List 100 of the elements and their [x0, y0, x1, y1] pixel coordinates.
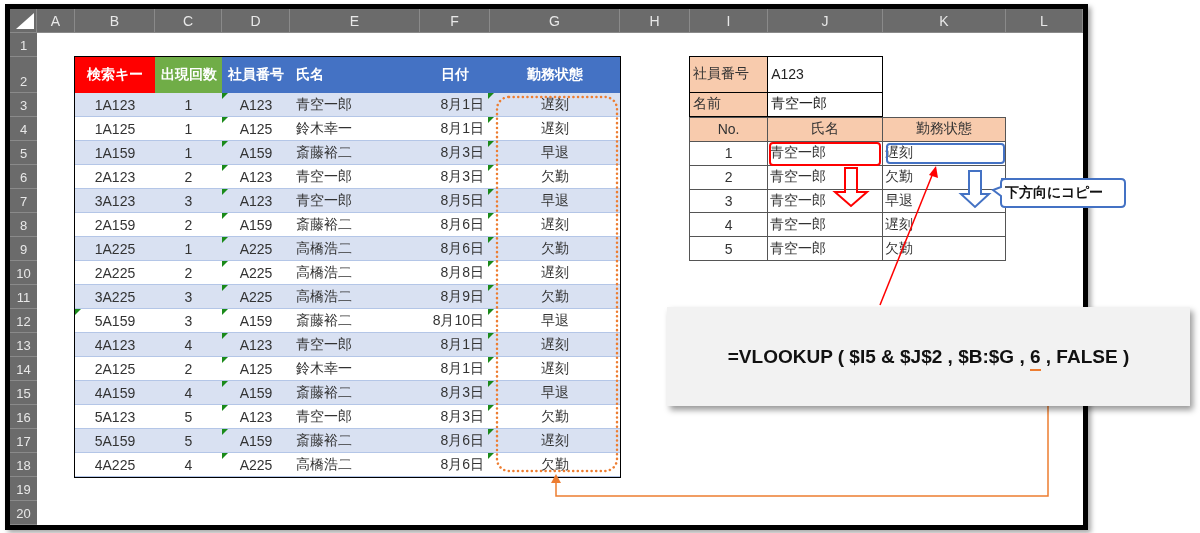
row-header[interactable]: 9 — [10, 237, 37, 261]
table-cell-text: 8月6日 — [439, 454, 485, 474]
table-cell-text: 欠勤 — [540, 454, 570, 474]
table-cell-text: 遅刻 — [540, 118, 570, 138]
table-cell: 青空一郎 — [768, 213, 883, 237]
row-header[interactable]: 1 — [10, 33, 37, 57]
table-cell-text: 青空一郎 — [295, 190, 353, 210]
table-cell-text: 2 — [183, 263, 194, 283]
table-cell-text: 遅刻 — [540, 358, 570, 378]
table-cell-text: 3 — [183, 191, 194, 211]
table-cell-text: 4 — [183, 383, 194, 403]
table-cell-text: 高橋浩二 — [295, 262, 353, 282]
column-heading: 勤務状態 — [490, 57, 620, 93]
table-cell-text: 欠勤 — [540, 286, 570, 306]
table-cell-text: 高橋浩二 — [295, 238, 353, 258]
table-cell-text: 8月3日 — [439, 142, 485, 162]
row-header[interactable]: 12 — [10, 309, 37, 333]
row-header[interactable]: 16 — [10, 405, 37, 429]
table-cell-text: 2A123 — [93, 167, 137, 187]
table-cell-text: 欠勤 — [540, 406, 570, 426]
row-header[interactable]: 3 — [10, 93, 37, 117]
table-cell-text: 5 — [183, 407, 194, 427]
select-all-icon[interactable] — [16, 13, 34, 29]
row-header[interactable]: 2 — [10, 57, 37, 93]
row-header[interactable]: 10 — [10, 261, 37, 285]
table-cell-text: 1 — [183, 119, 194, 139]
row-header[interactable]: 19 — [10, 477, 37, 501]
down-arrow-icon — [832, 167, 870, 208]
row-header[interactable]: 18 — [10, 453, 37, 477]
row-header[interactable]: 14 — [10, 357, 37, 381]
table-cell: 青空一郎 — [768, 92, 882, 116]
table-cell-text: 8月1日 — [439, 118, 485, 138]
table-cell-text: 4A159 — [93, 383, 137, 403]
column-header[interactable]: L — [1006, 9, 1083, 33]
row-header[interactable]: 11 — [10, 285, 37, 309]
table-cell-text: A225 — [238, 263, 274, 283]
column-header[interactable]: J — [768, 9, 883, 33]
table-cell-text: 8月3日 — [439, 166, 485, 186]
table-cell-text: 遅刻 — [540, 334, 570, 354]
table-cell-text: 4A123 — [93, 335, 137, 355]
field-label: 名前 — [690, 92, 768, 116]
row-header[interactable]: 8 — [10, 213, 37, 237]
table-cell-text: 4A225 — [93, 455, 137, 475]
row-header[interactable]: 20 — [10, 501, 37, 525]
column-header[interactable]: H — [620, 9, 690, 33]
table-cell-text: A125 — [238, 119, 274, 139]
table-cell-text: 遅刻 — [540, 430, 570, 450]
table-cell: 5 — [690, 237, 768, 260]
table-cell-text: 高橋浩二 — [295, 454, 353, 474]
column-header[interactable]: G — [490, 9, 620, 33]
row-header[interactable]: 6 — [10, 165, 37, 189]
table-cell-text: 3 — [183, 311, 194, 331]
table-cell-text: 遅刻 — [540, 214, 570, 234]
row-header[interactable]: 5 — [10, 141, 37, 165]
table-cell-text: 5A159 — [93, 431, 137, 451]
column-header[interactable]: D — [222, 9, 290, 33]
table-cell: 青空一郎 — [768, 189, 883, 213]
table-cell-text: 8月6日 — [439, 214, 485, 234]
table-cell-text: A125 — [238, 359, 274, 379]
table-cell-text: 青空一郎 — [295, 406, 353, 426]
table-cell: 遅刻 — [883, 213, 1005, 237]
table-cell-text: 8月8日 — [439, 262, 485, 282]
formula-text: =VLOOKUP ( $I5 & $J$2 , $B:$G , 6 , FALSE ) — [727, 345, 1130, 368]
table-cell-text: A123 — [238, 191, 274, 211]
table-cell: 3 — [690, 189, 768, 213]
table-cell-text: A225 — [238, 287, 274, 307]
column-header[interactable]: K — [883, 9, 1006, 33]
column-header[interactable]: A — [37, 9, 75, 33]
table-cell-text: 早退 — [540, 190, 570, 210]
table-cell-text: 8月6日 — [439, 430, 485, 450]
table-cell-text: A159 — [238, 383, 274, 403]
table-cell-text: 8月1日 — [439, 334, 485, 354]
row-header[interactable]: 4 — [10, 117, 37, 141]
row-header[interactable]: 7 — [10, 189, 37, 213]
table-cell-text: 3 — [183, 287, 194, 307]
column-header[interactable]: F — [420, 9, 490, 33]
row-header[interactable]: 17 — [10, 429, 37, 453]
table-cell-text: 鈴木幸一 — [295, 118, 353, 138]
table-cell: 青空一郎 — [768, 237, 883, 260]
down-arrow-icon — [958, 170, 992, 209]
column-header[interactable]: C — [155, 9, 222, 33]
table-cell-text: A123 — [238, 167, 274, 187]
table-cell-text: 1A125 — [93, 119, 137, 139]
table-cell-text: 欠勤 — [540, 166, 570, 186]
table-cell-text: 2A159 — [93, 215, 137, 235]
row-header[interactable]: 15 — [10, 381, 37, 405]
table-cell-text: 早退 — [540, 142, 570, 162]
column-header[interactable]: B — [75, 9, 155, 33]
table-cell-text: 3A225 — [93, 287, 137, 307]
column-header[interactable]: E — [290, 9, 420, 33]
table-cell-text: 1 — [183, 143, 194, 163]
field-label: 社員番号 — [690, 57, 768, 92]
table-cell-text: 8月6日 — [439, 238, 485, 258]
table-cell-text: 8月1日 — [439, 94, 485, 114]
column-header[interactable]: I — [690, 9, 768, 33]
table-cell-text: A159 — [238, 215, 274, 235]
column-heading: 出現回数 — [155, 57, 222, 93]
row-header[interactable]: 13 — [10, 333, 37, 357]
table-cell-text: 4 — [183, 455, 194, 475]
table-cell-text: 1A225 — [93, 239, 137, 259]
